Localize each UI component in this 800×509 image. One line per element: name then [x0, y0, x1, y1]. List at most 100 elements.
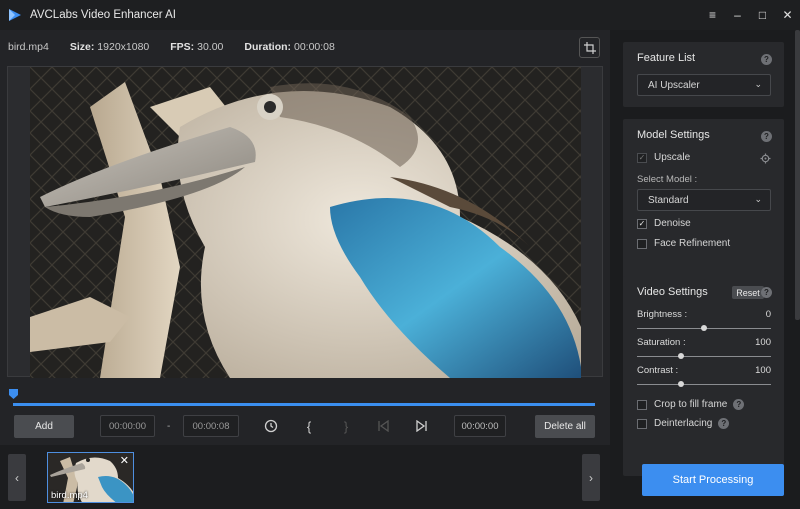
current-time-field[interactable]: 00:00:00 [454, 415, 506, 437]
contrast-value: 100 [755, 365, 771, 376]
contrast-label: Contrast : [637, 365, 679, 376]
crop-to-fill-option[interactable]: Crop to fill frame ? [637, 399, 745, 410]
app-title: AVCLabs Video Enhancer AI [30, 9, 176, 21]
mark-in-button[interactable]: { [300, 417, 318, 435]
next-clip-button[interactable]: › [582, 454, 600, 501]
skip-to-start-button[interactable] [374, 417, 392, 435]
history-icon [264, 419, 278, 433]
chevron-down-icon: ⌄ [754, 79, 762, 89]
model-settings-help-icon[interactable]: ? [761, 131, 772, 142]
settings-scroll-thumb[interactable] [795, 30, 800, 320]
video-settings-title: Video Settings [637, 286, 708, 298]
size-label: Size: [69, 41, 95, 53]
remove-clip-icon[interactable]: ✕ [120, 454, 129, 467]
bird-image [30, 67, 581, 378]
add-button[interactable]: Add [14, 415, 74, 438]
face-refinement-checkbox[interactable] [637, 238, 647, 249]
model-select[interactable]: Standard ⌄ [637, 189, 771, 211]
crop-icon [583, 41, 596, 54]
brightness-label: Brightness : [637, 309, 688, 320]
video-filename: bird.mp4 [8, 41, 49, 53]
chevron-down-icon: ⌄ [754, 194, 762, 204]
contrast-slider-knob[interactable] [678, 381, 684, 387]
fps-value: 30.00 [197, 41, 224, 53]
denoise-label: Denoise [654, 218, 691, 229]
duration-label: Duration: [244, 41, 292, 53]
brightness-slider-knob[interactable] [701, 325, 707, 331]
window-controls: ≡ – □ ✕ [700, 0, 800, 30]
video-settings-card: Video Settings Reset ? Brightness : 0 Sa… [623, 276, 784, 476]
fps-label: FPS: [170, 41, 195, 53]
title-bar: AVCLabs Video Enhancer AI ≡ – □ ✕ [0, 0, 800, 30]
brightness-value: 0 [765, 309, 771, 320]
crop-help-icon[interactable]: ? [733, 399, 745, 410]
model-select-value: Standard [648, 194, 689, 206]
upscale-option[interactable]: ✓ Upscale [637, 152, 690, 163]
close-icon[interactable]: ✕ [775, 0, 800, 30]
deinterlacing-option[interactable]: Deinterlacing ? [637, 418, 730, 429]
model-settings-card: Model Settings ? ✓ Upscale Select Model … [623, 119, 784, 293]
feature-list-card: Feature List ? AI Upscaler ⌄ [623, 42, 784, 107]
deinterlacing-label: Deinterlacing [654, 418, 713, 429]
left-panel: bird.mp4 Size: 1920x1080 FPS: 30.00 Dura… [0, 30, 610, 509]
playhead-marker-icon[interactable] [9, 389, 18, 399]
saturation-label: Saturation : [637, 337, 686, 348]
timeline-track[interactable] [13, 403, 595, 406]
history-button[interactable] [262, 417, 280, 435]
start-time-field[interactable]: 00:00:00 [100, 415, 155, 437]
clip-strip: ‹ ✕ bird.mp4 › [0, 445, 610, 509]
saturation-slider-knob[interactable] [678, 353, 684, 359]
contrast-slider[interactable] [637, 381, 771, 387]
prev-clip-button[interactable]: ‹ [8, 454, 26, 501]
thumbnail-label: bird.mp4 [51, 490, 88, 501]
timeline[interactable] [7, 389, 603, 409]
video-settings-help-icon[interactable]: ? [761, 287, 772, 298]
delete-all-button[interactable]: Delete all [535, 415, 595, 438]
crop-button[interactable] [579, 37, 600, 58]
start-processing-button[interactable]: Start Processing [642, 464, 784, 496]
skip-start-icon [378, 420, 389, 432]
maximize-icon[interactable]: □ [750, 0, 775, 30]
reset-button[interactable]: Reset [732, 286, 764, 299]
menu-icon[interactable]: ≡ [700, 0, 725, 30]
face-refinement-label: Face Refinement [654, 238, 731, 249]
crop-to-fill-checkbox[interactable] [637, 399, 647, 410]
duration-value: 00:00:08 [293, 41, 335, 53]
upscale-checkbox[interactable]: ✓ [637, 152, 647, 163]
gear-icon[interactable] [760, 153, 771, 164]
app-logo-icon [9, 9, 21, 21]
clip-controls: Add 00:00:00 - 00:00:08 { } 00:00:00 Del… [0, 413, 610, 443]
skip-end-icon [416, 420, 427, 432]
deinterlacing-help-icon[interactable]: ? [718, 418, 730, 429]
video-info-bar: bird.mp4 Size: 1920x1080 FPS: 30.00 Dura… [0, 30, 610, 64]
video-duration: Duration: 00:00:08 [244, 41, 334, 53]
time-separator: - [167, 421, 171, 432]
settings-panel: Feature List ? AI Upscaler ⌄ Model Setti… [613, 30, 800, 509]
upscale-label: Upscale [654, 152, 691, 163]
brightness-slider[interactable] [637, 325, 771, 331]
feature-list-help-icon[interactable]: ? [761, 54, 772, 65]
size-value: 1920x1080 [97, 41, 150, 53]
mark-out-button[interactable]: } [337, 417, 355, 435]
feature-list-title: Feature List [637, 52, 696, 64]
feature-select[interactable]: AI Upscaler ⌄ [637, 74, 771, 96]
video-frame[interactable] [30, 67, 581, 378]
mark-out-icon: } [343, 418, 349, 434]
denoise-checkbox[interactable]: ✓ [637, 218, 647, 229]
video-size: Size: 1920x1080 [70, 41, 149, 53]
model-settings-title: Model Settings [637, 129, 710, 141]
clip-thumbnail[interactable]: ✕ bird.mp4 [47, 452, 134, 503]
video-fps: FPS: 30.00 [170, 41, 223, 53]
settings-scrollbar[interactable] [795, 30, 800, 509]
deinterlacing-checkbox[interactable] [637, 418, 647, 429]
saturation-value: 100 [755, 337, 771, 348]
chevron-left-icon: ‹ [15, 470, 19, 485]
mark-in-icon: { [306, 418, 312, 434]
crop-to-fill-label: Crop to fill frame [654, 399, 728, 410]
end-time-field[interactable]: 00:00:08 [183, 415, 239, 437]
face-refinement-option[interactable]: Face Refinement [637, 238, 730, 249]
skip-to-end-button[interactable] [413, 417, 431, 435]
minimize-icon[interactable]: – [725, 0, 750, 30]
denoise-option[interactable]: ✓ Denoise [637, 218, 691, 229]
saturation-slider[interactable] [637, 353, 771, 359]
